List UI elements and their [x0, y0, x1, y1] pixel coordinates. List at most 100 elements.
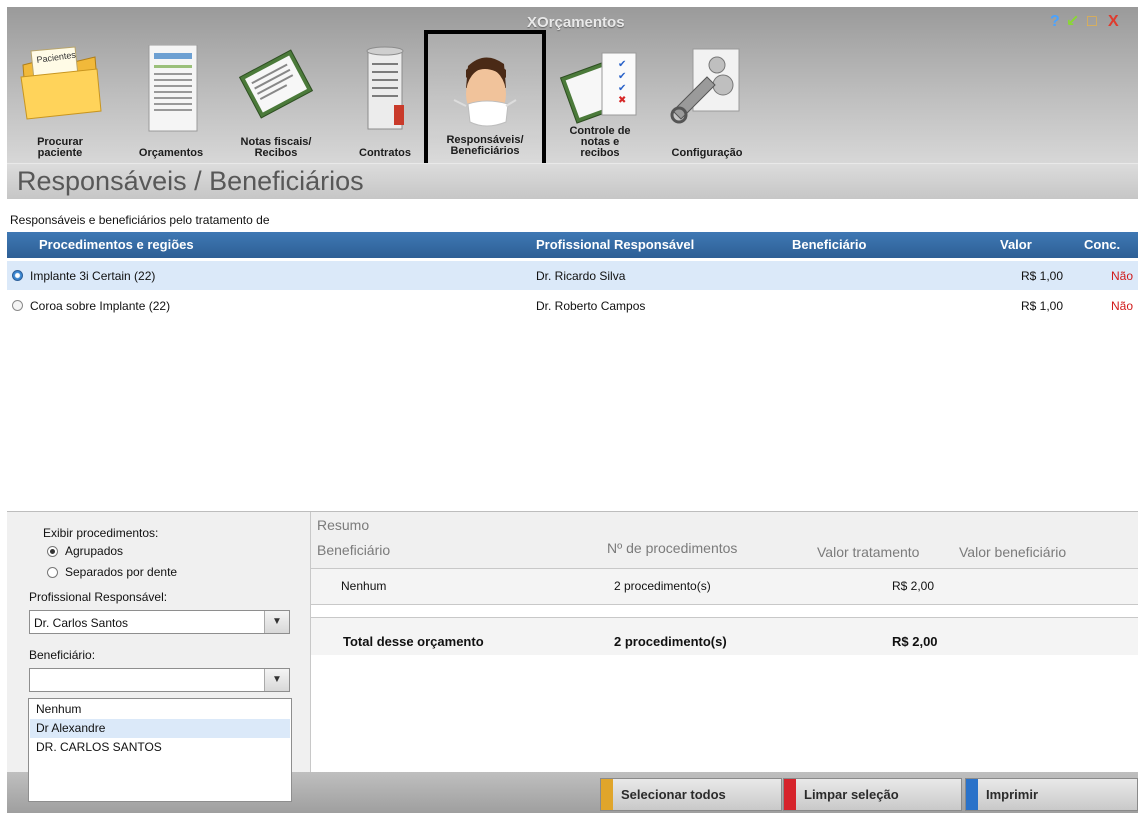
- toolbar-label-line: recibos: [580, 147, 620, 159]
- resumo-col-beneficiario: Beneficiário: [317, 542, 391, 558]
- svg-text:✔: ✔: [618, 71, 626, 82]
- contract-scroll-icon: [366, 46, 404, 130]
- resumo-col-num-procedimentos: Nº de procedimentos: [607, 540, 738, 556]
- dropdown-option[interactable]: Nenhum: [30, 700, 290, 719]
- cell-conc: Não: [1111, 299, 1134, 313]
- select-all-label: Selecionar todos: [621, 787, 726, 802]
- column-header-procedimentos[interactable]: Procedimentos e regiões: [39, 237, 194, 252]
- cell-conc: Não: [1111, 269, 1134, 283]
- svg-text:✖: ✖: [618, 95, 626, 106]
- settings-wrench-icon: [670, 48, 740, 124]
- resumo-cell-num-procedimentos: 2 procedimento(s): [614, 579, 711, 593]
- invoice-clipboard-icon: [238, 49, 314, 119]
- cell-procedimento: Coroa sobre Implante (22): [30, 299, 171, 313]
- table-row[interactable]: Coroa sobre Implante (22) Dr. Roberto Ca…: [7, 291, 1138, 320]
- dropdown-option[interactable]: DR. CARLOS SANTOS: [30, 738, 290, 757]
- toolbar-contratos[interactable]: Contratos: [345, 45, 425, 163]
- toolbar-responsaveis-beneficiarios[interactable]: Responsáveis/ Beneficiários: [424, 30, 546, 167]
- column-header-profissional[interactable]: Profissional Responsável: [536, 237, 694, 252]
- column-header-conc[interactable]: Conc.: [1084, 237, 1120, 252]
- radio-separados-label[interactable]: Separados por dente: [65, 565, 177, 579]
- print-label: Imprimir: [986, 787, 1039, 802]
- yellow-swatch-icon: [601, 779, 613, 810]
- resumo-row: Nenhum 2 procedimento(s) R$ 2,00: [311, 569, 1138, 605]
- toolbar-label: Procurar paciente: [9, 137, 111, 159]
- red-swatch-icon: [784, 779, 796, 810]
- toolbar-label: Orçamentos: [123, 148, 219, 159]
- profissional-responsavel-label: Profissional Responsável:: [29, 590, 168, 604]
- svg-text:✔: ✔: [618, 83, 626, 94]
- profissional-responsavel-value: Dr. Carlos Santos: [34, 616, 129, 630]
- radio-agrupados-label[interactable]: Agrupados: [65, 544, 123, 558]
- minimize-icon[interactable]: ↙: [1066, 13, 1079, 31]
- beneficiario-dropdown-list: Nenhum Dr Alexandre DR. CARLOS SANTOS: [28, 698, 292, 802]
- print-button[interactable]: Imprimir: [965, 778, 1138, 811]
- cell-profissional: Dr. Ricardo Silva: [536, 269, 626, 283]
- procedures-table-header: Procedimentos e regiões Profissional Res…: [7, 232, 1138, 258]
- checklist-clipboard-icon: ✔ ✔ ✔ ✖: [559, 52, 637, 124]
- chevron-down-icon[interactable]: ▼: [264, 669, 289, 691]
- help-icon[interactable]: ?: [1050, 13, 1060, 31]
- toolbar-label: Responsáveis/ Beneficiários: [428, 135, 542, 157]
- cell-procedimento: Implante 3i Certain (22): [30, 269, 156, 283]
- blue-swatch-icon: [966, 779, 978, 810]
- clear-selection-label: Limpar seleção: [804, 787, 899, 802]
- page-subtitle: Responsáveis e beneficiários pelo tratam…: [10, 213, 270, 227]
- budget-document-icon: [148, 45, 198, 132]
- clear-selection-button[interactable]: Limpar seleção: [783, 778, 962, 811]
- patients-folder-icon: Pacientes: [20, 46, 102, 120]
- profissional-responsavel-select[interactable]: Dr. Carlos Santos ▼: [29, 610, 290, 634]
- toolbar-orcamentos[interactable]: Orçamentos: [123, 45, 219, 163]
- toolbar-configuracao[interactable]: Configuração: [657, 45, 757, 163]
- toolbar-label-line: Configuração: [671, 147, 743, 159]
- column-header-valor[interactable]: Valor: [1000, 237, 1032, 252]
- chevron-down-icon[interactable]: ▼: [264, 611, 289, 633]
- window-title: XOrçamentos: [527, 14, 625, 31]
- toolbar-label: Controle de notas e recibos: [555, 126, 645, 159]
- resumo-col-valor-tratamento: Valor tratamento: [817, 544, 920, 560]
- page-title-bar: Responsáveis / Beneficiários: [7, 163, 1138, 199]
- toolbar-controle-notas[interactable]: ✔ ✔ ✔ ✖ Controle de notas e recibos: [555, 45, 645, 163]
- resumo-total-row: Total desse orçamento 2 procedimento(s) …: [311, 617, 1138, 655]
- column-header-beneficiario[interactable]: Beneficiário: [792, 237, 866, 252]
- app-window: XOrçamentos ? ↙ □ X Pacientes Procurar p…: [0, 0, 1138, 819]
- resumo-cell-beneficiario: Nenhum: [341, 579, 387, 593]
- dentist-mask-icon: [453, 57, 517, 127]
- svg-text:✔: ✔: [618, 59, 626, 70]
- close-icon[interactable]: X: [1108, 13, 1119, 31]
- dropdown-option[interactable]: Dr Alexandre: [30, 719, 290, 738]
- beneficiario-select[interactable]: ▼: [29, 668, 290, 692]
- toolbar-label: Notas fiscais/ Recibos: [229, 137, 323, 159]
- resumo-total-num-procedimentos: 2 procedimento(s): [614, 634, 727, 649]
- resumo-col-valor-beneficiario: Valor beneficiário: [959, 544, 1067, 560]
- toolbar-label-line: paciente: [37, 147, 83, 159]
- radio-agrupados[interactable]: [47, 546, 58, 557]
- toolbar-notas-fiscais[interactable]: Notas fiscais/ Recibos: [229, 45, 323, 163]
- toolbar-procurar-paciente[interactable]: Pacientes Procurar paciente: [9, 45, 111, 163]
- toolbar-label-line: Contratos: [359, 147, 411, 159]
- page-title: Responsáveis / Beneficiários: [17, 166, 364, 196]
- cell-profissional: Dr. Roberto Campos: [536, 299, 646, 313]
- resumo-total-valor: R$ 2,00: [892, 634, 938, 649]
- maximize-icon[interactable]: □: [1087, 13, 1097, 31]
- cell-valor: R$ 1,00: [1021, 299, 1064, 313]
- cell-valor: R$ 1,00: [1021, 269, 1064, 283]
- resumo-title: Resumo: [317, 517, 370, 533]
- resumo-total-label: Total desse orçamento: [343, 634, 484, 649]
- procedures-table-body: Implante 3i Certain (22) Dr. Ricardo Sil…: [7, 258, 1138, 512]
- select-all-button[interactable]: Selecionar todos: [600, 778, 782, 811]
- row-select-radio[interactable]: [12, 270, 23, 281]
- resumo-header: Resumo Beneficiário Nº de procedimentos …: [311, 512, 1138, 569]
- toolbar-label-line: Beneficiários: [450, 145, 520, 157]
- subtitle-bar: Responsáveis e beneficiários pelo tratam…: [7, 199, 1138, 232]
- toolbar-label-line: Orçamentos: [138, 147, 204, 159]
- resumo-panel: Resumo Beneficiário Nº de procedimentos …: [311, 512, 1138, 772]
- radio-separados-por-dente[interactable]: [47, 567, 58, 578]
- row-select-radio[interactable]: [12, 300, 23, 311]
- toolbar-label: Configuração: [657, 148, 757, 159]
- resumo-cell-valor-tratamento: R$ 2,00: [892, 579, 935, 593]
- table-row[interactable]: Implante 3i Certain (22) Dr. Ricardo Sil…: [7, 261, 1138, 290]
- beneficiario-label: Beneficiário:: [29, 648, 96, 662]
- main-toolbar: XOrçamentos ? ↙ □ X Pacientes Procurar p…: [7, 7, 1138, 167]
- toolbar-label: Contratos: [345, 148, 425, 159]
